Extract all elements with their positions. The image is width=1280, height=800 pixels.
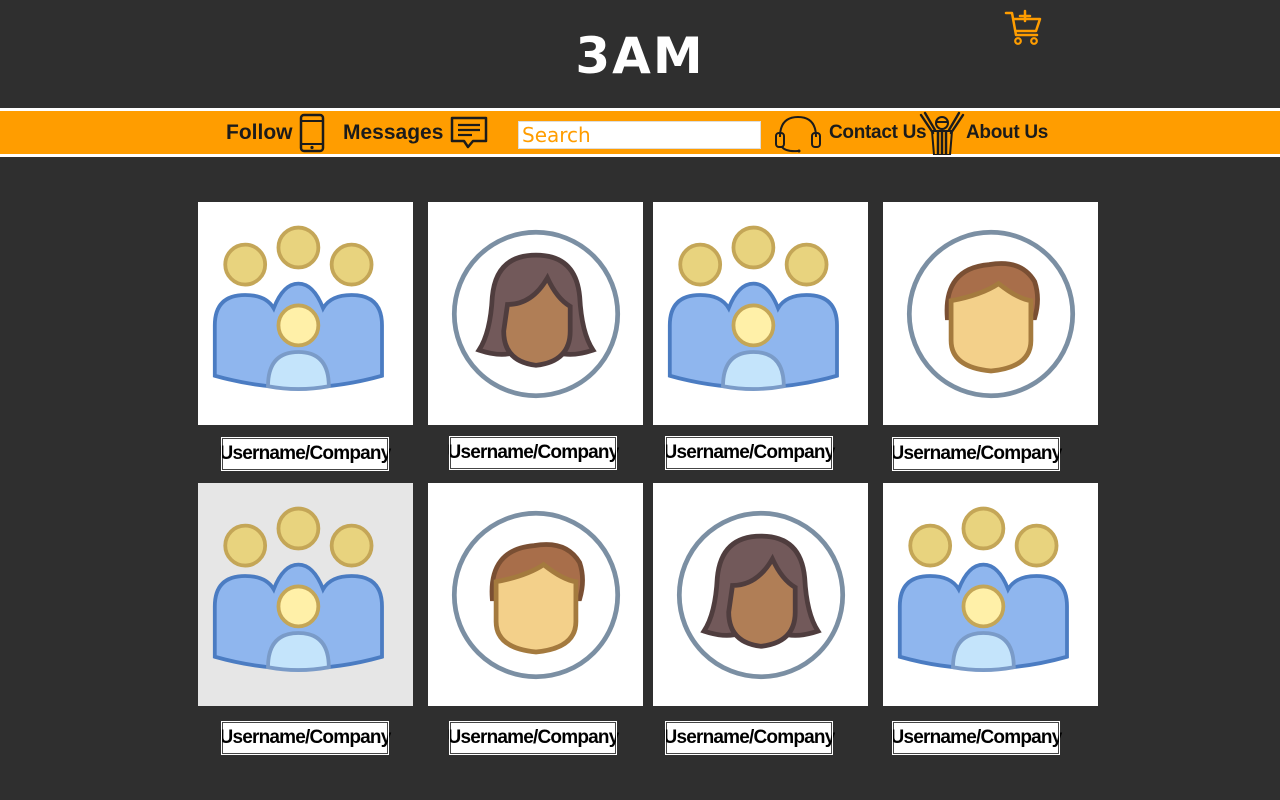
group-icon — [666, 219, 856, 409]
man-avatar-icon — [441, 500, 631, 690]
profile-card[interactable] — [428, 202, 643, 425]
navbar: Follow Messages Contact Us — [0, 108, 1280, 157]
profile-username-link[interactable]: Username/Company — [664, 721, 835, 755]
profile-username-link[interactable]: Username/Company — [448, 721, 619, 755]
header: 3AM — [0, 0, 1280, 108]
profile-username-link[interactable]: Username/Company — [891, 721, 1062, 755]
man-avatar-icon — [896, 219, 1086, 409]
nav-messages-label: Messages — [343, 120, 444, 144]
group-icon — [896, 500, 1086, 690]
nav-follow[interactable]: Follow — [226, 111, 325, 154]
message-icon — [451, 116, 488, 148]
profile-card[interactable] — [883, 202, 1098, 425]
group-icon — [211, 219, 401, 409]
profile-username-link[interactable]: Username/Company — [664, 436, 835, 470]
profile-username-link[interactable]: Username/Company — [891, 437, 1062, 471]
profile-card[interactable] — [653, 202, 868, 425]
woman-avatar-icon — [666, 500, 856, 690]
nav-follow-label: Follow — [226, 120, 293, 144]
profile-username-link[interactable]: Username/Company — [220, 721, 391, 755]
profile-username-link[interactable]: Username/Company — [448, 436, 619, 470]
app-logo[interactable]: 3AM — [540, 26, 740, 86]
profile-card[interactable] — [198, 202, 413, 425]
nav-about-label: About Us — [966, 121, 1049, 143]
profile-card[interactable] — [198, 483, 413, 706]
nav-about[interactable]: About Us — [919, 111, 1049, 155]
profile-card[interactable] — [883, 483, 1098, 706]
nav-contact[interactable]: Contact Us — [774, 111, 927, 154]
headset-icon — [775, 115, 821, 152]
nav-contact-label: Contact Us — [829, 121, 927, 143]
smartphone-icon — [299, 113, 324, 152]
woman-avatar-icon — [441, 219, 631, 409]
cart-plus-icon[interactable] — [1003, 8, 1043, 48]
profile-username-link[interactable]: Username/Company — [220, 437, 391, 471]
group-icon — [211, 500, 401, 690]
search-input[interactable] — [518, 121, 761, 149]
nav-messages[interactable]: Messages — [343, 111, 488, 154]
referee-icon — [919, 111, 965, 155]
profile-card[interactable] — [653, 483, 868, 706]
profile-card[interactable] — [428, 483, 643, 706]
